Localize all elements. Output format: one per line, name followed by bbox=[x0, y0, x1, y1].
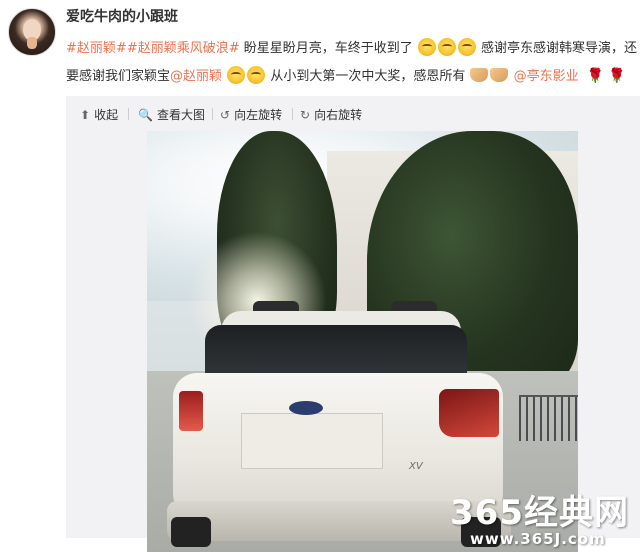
magnifier-icon: 🔍 bbox=[138, 107, 153, 122]
rose-icon: 🌹 bbox=[586, 68, 605, 84]
tail-light-right bbox=[439, 389, 499, 437]
tail-light-left bbox=[179, 391, 203, 431]
post-text: 盼星星盼月亮，车终于收到了 bbox=[239, 41, 413, 56]
rose-icon: 🌹 bbox=[608, 68, 626, 84]
rotate-left-icon: ↺ bbox=[220, 107, 231, 122]
mention-link[interactable]: @亭东影业 bbox=[514, 69, 579, 84]
view-large-label: 查看大图 bbox=[156, 108, 205, 122]
toolbar-divider bbox=[292, 108, 293, 120]
post-text-line-1: #赵丽颖##赵丽颖乘风破浪# 盼星星盼月亮，车终于收到了 感谢亭东感谢韩寒导演，… bbox=[66, 38, 637, 59]
avatar-hand bbox=[27, 37, 37, 49]
emoji-icon bbox=[247, 66, 266, 84]
rotate-right-icon: ↻ bbox=[300, 107, 311, 122]
arrow-up-icon: ⬆ bbox=[80, 107, 91, 122]
rotate-left-label: 向左旋转 bbox=[234, 108, 283, 122]
emoji-icon bbox=[457, 38, 476, 56]
hashtag-link[interactable]: #赵丽颖# bbox=[66, 41, 127, 56]
praying-hands-icon bbox=[490, 68, 509, 82]
car-logo bbox=[289, 401, 323, 415]
emoji-icon bbox=[227, 66, 246, 84]
username[interactable]: 爱吃牛肉的小跟班 bbox=[66, 6, 178, 26]
toolbar-divider bbox=[212, 108, 213, 120]
rotate-left-button[interactable]: ↺ 向左旋转 bbox=[220, 106, 282, 123]
avatar[interactable] bbox=[8, 8, 56, 56]
toolbar-divider bbox=[128, 108, 129, 120]
photo-fence bbox=[519, 395, 578, 441]
post-photo[interactable]: XV bbox=[147, 131, 578, 552]
post-text: 要感谢我们家颖宝 bbox=[66, 69, 171, 84]
watermark-brand: 365经典网 bbox=[450, 493, 629, 533]
license-plate-area bbox=[241, 413, 383, 469]
hashtag-link[interactable]: #赵丽颖乘风破浪# bbox=[127, 41, 240, 56]
emoji-icon bbox=[437, 38, 456, 56]
collapse-button[interactable]: ⬆ 收起 bbox=[80, 106, 118, 123]
praying-hands-icon bbox=[470, 68, 489, 82]
post-text: 感谢亭东感谢韩寒导演，还 bbox=[481, 41, 638, 56]
post-text-line-2: 要感谢我们家颖宝@赵丽颖 从小到大第一次中大奖，感恩所有 @亭东影业 🌹 🌹 bbox=[66, 66, 626, 87]
post-text: 从小到大第一次中大奖，感恩所有 bbox=[270, 69, 466, 84]
rotate-right-label: 向右旋转 bbox=[314, 108, 363, 122]
emoji-icon bbox=[417, 38, 436, 56]
collapse-label: 收起 bbox=[94, 108, 119, 122]
wheel bbox=[171, 517, 211, 547]
view-large-button[interactable]: 🔍 查看大图 bbox=[138, 106, 205, 123]
watermark-url: www.365J.com bbox=[470, 530, 606, 548]
model-badge: XV bbox=[409, 461, 423, 472]
rotate-right-button[interactable]: ↻ 向右旋转 bbox=[300, 106, 362, 123]
mention-link[interactable]: @赵丽颖 bbox=[170, 69, 222, 84]
